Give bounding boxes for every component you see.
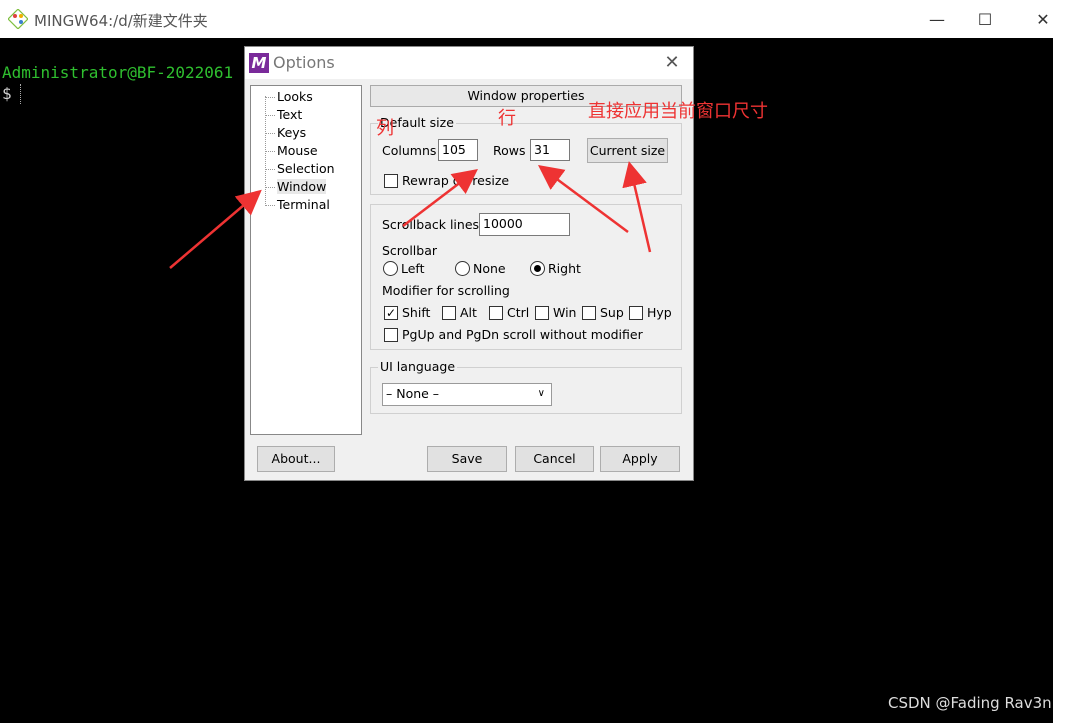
arrow-to-columns <box>402 168 478 227</box>
watermark: CSDN @Fading Rav3n <box>888 694 1052 712</box>
arrow-to-window-item <box>169 189 262 269</box>
arrow-to-current-size <box>622 161 652 253</box>
arrow-to-rows <box>537 165 629 234</box>
annotation-arrows <box>169 161 652 269</box>
